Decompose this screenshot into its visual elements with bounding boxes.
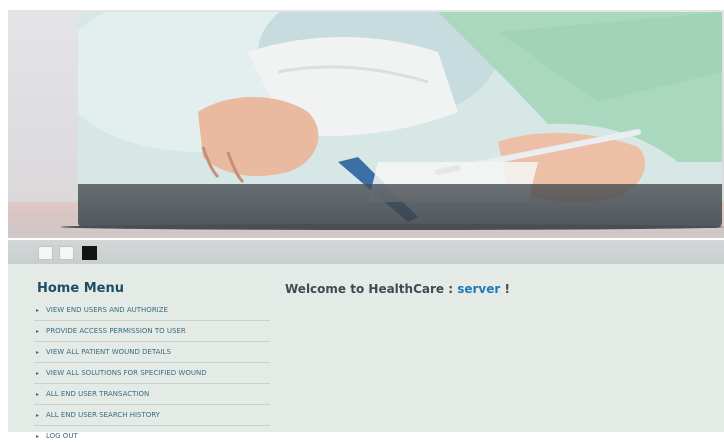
hero-banner [8,10,724,238]
slider-controls [8,240,724,264]
home-menu-title: Home Menu [37,281,124,296]
slide-dot-3[interactable] [82,246,97,260]
welcome-prefix: Welcome to HealthCare : [285,282,458,296]
menu-item-solutions-wound[interactable]: ▸ VIEW ALL SOLUTIONS FOR SPECIFIED WOUND [34,363,270,384]
menu-item-label: PROVIDE ACCESS PERMISSION TO USER [46,327,186,335]
menu-item-label: VIEW ALL SOLUTIONS FOR SPECIFIED WOUND [46,369,207,377]
menu-item-label: ALL END USER TRANSACTION [46,390,150,398]
menu-item-label: VIEW ALL PATIENT WOUND DETAILS [46,348,171,356]
triangle-bullet-icon: ▸ [36,432,40,440]
welcome-suffix: ! [500,282,510,296]
banner-photo [78,12,722,228]
triangle-bullet-icon: ▸ [36,390,40,398]
menu-item-view-end-users[interactable]: ▸ VIEW END USERS AND AUTHORIZE [34,300,270,321]
triangle-bullet-icon: ▸ [36,369,40,377]
menu-item-log-out[interactable]: ▸ LOG OUT [34,426,270,446]
triangle-bullet-icon: ▸ [36,348,40,356]
menu-item-label: LOG OUT [46,432,78,440]
triangle-bullet-icon: ▸ [36,327,40,335]
username-label: server [457,282,501,296]
menu-item-patient-wound-details[interactable]: ▸ VIEW ALL PATIENT WOUND DETAILS [34,342,270,363]
welcome-heading: Welcome to HealthCare : server ! [285,282,510,296]
menu-item-provide-access[interactable]: ▸ PROVIDE ACCESS PERMISSION TO USER [34,321,270,342]
menu-item-user-transaction[interactable]: ▸ ALL END USER TRANSACTION [34,384,270,405]
menu-item-search-history[interactable]: ▸ ALL END USER SEARCH HISTORY [34,405,270,426]
home-menu-list: ▸ VIEW END USERS AND AUTHORIZE ▸ PROVIDE… [34,300,270,446]
triangle-bullet-icon: ▸ [36,306,40,314]
slide-dot-1[interactable] [38,246,53,260]
menu-item-label: ALL END USER SEARCH HISTORY [46,411,160,419]
triangle-bullet-icon: ▸ [36,411,40,419]
menu-item-label: VIEW END USERS AND AUTHORIZE [46,306,168,314]
content-area: Home Menu ▸ VIEW END USERS AND AUTHORIZE… [8,264,724,440]
slide-dot-2[interactable] [59,246,74,260]
banner-caption-shade [78,184,722,228]
banner-base-shadow [60,224,724,230]
